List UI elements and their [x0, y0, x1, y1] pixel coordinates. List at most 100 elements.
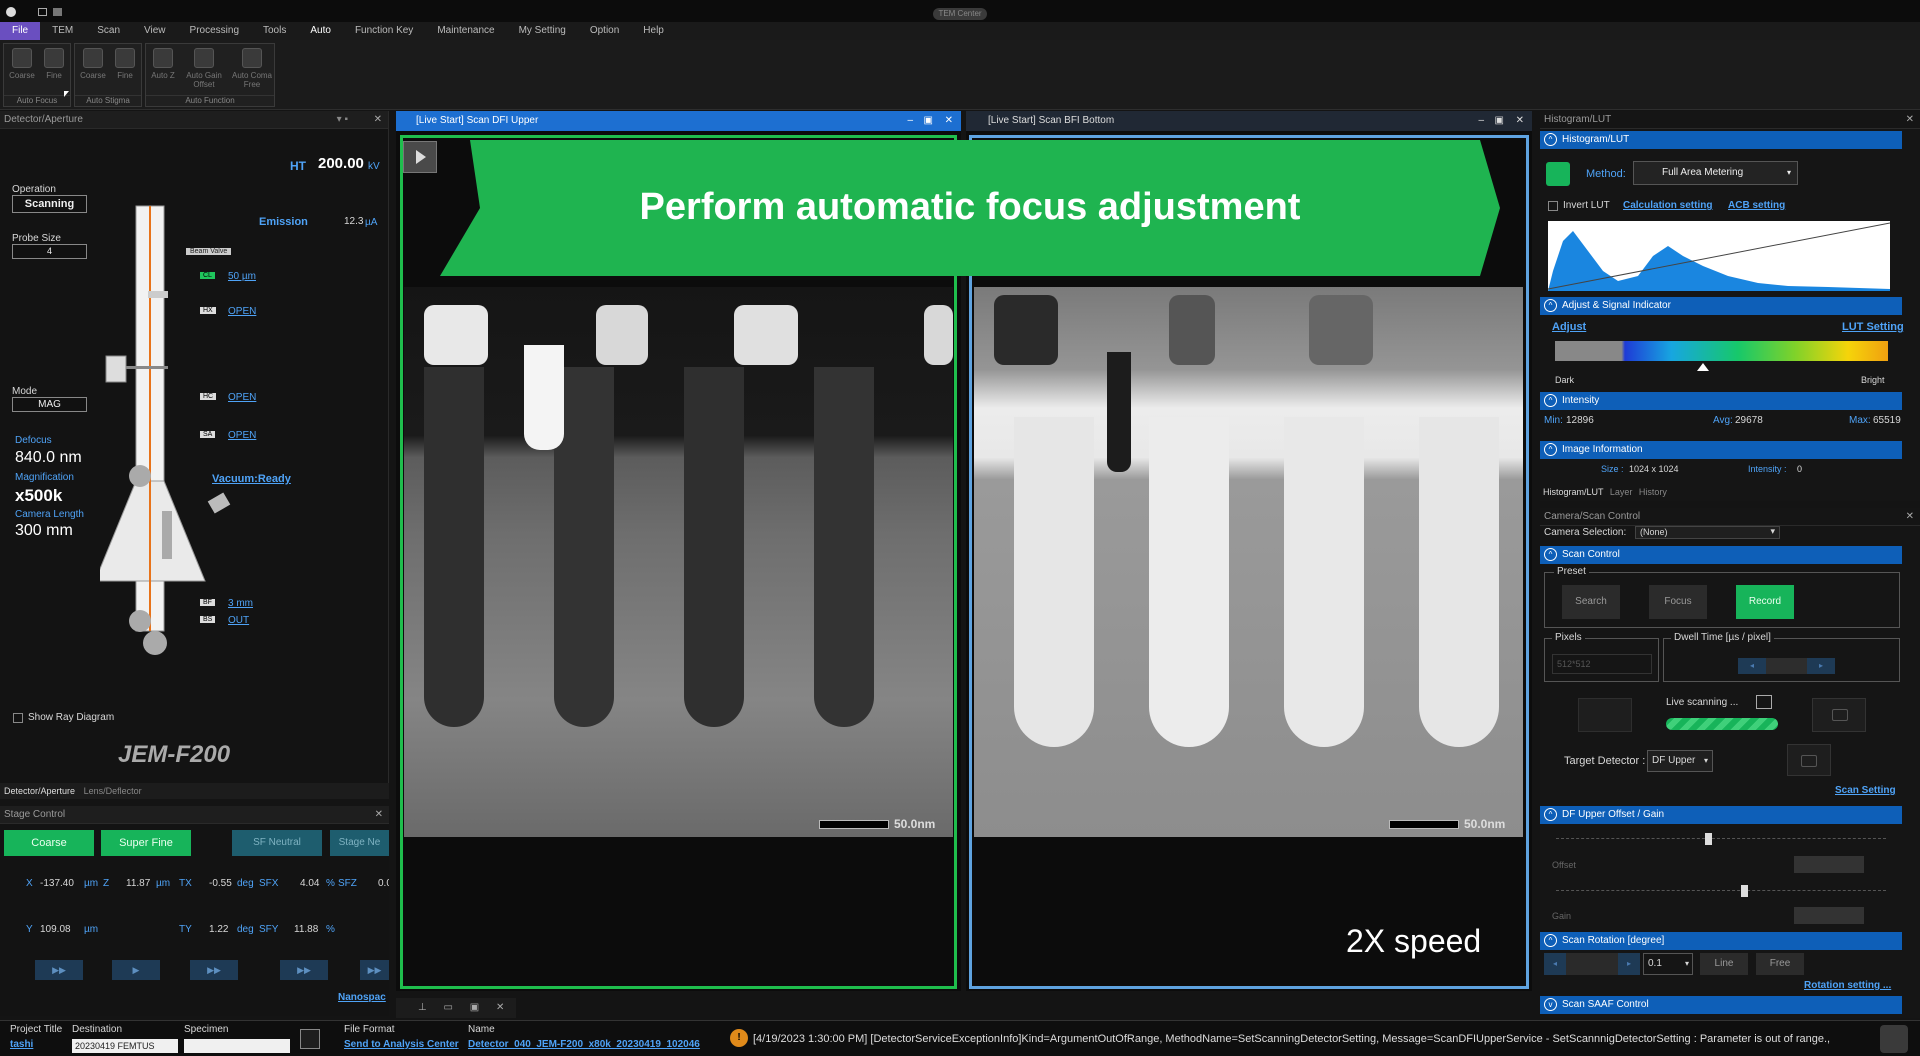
- fast-forward-2-icon[interactable]: ▶▶: [280, 960, 328, 980]
- app-icon[interactable]: [6, 7, 16, 17]
- snapshot-button[interactable]: [1812, 698, 1866, 732]
- destination-field[interactable]: 20230419 FEMTUS: [72, 1039, 178, 1053]
- stack-icon[interactable]: ▭: [444, 1002, 453, 1013]
- auto-stigma-fine-button[interactable]: Fine: [111, 48, 139, 80]
- vacuum-status[interactable]: Vacuum:Ready: [212, 473, 291, 485]
- beam-valve-label[interactable]: Beam Valve: [186, 248, 232, 255]
- offset-slider[interactable]: [1556, 833, 1886, 845]
- signal-marker-icon[interactable]: [1697, 363, 1709, 371]
- auto-coma-free-button[interactable]: Auto Coma Free: [230, 48, 274, 89]
- hc-aperture-value[interactable]: OPEN: [228, 392, 256, 403]
- offset-input[interactable]: [1794, 856, 1864, 873]
- close-icon[interactable]: ✕: [945, 111, 953, 131]
- rotation-step-select[interactable]: 0.1 ▾: [1643, 953, 1693, 975]
- scan-setting-link[interactable]: Scan Setting: [1835, 785, 1896, 796]
- offset-slider-thumb[interactable]: [1704, 833, 1712, 845]
- free-rotation-button[interactable]: Free: [1756, 953, 1804, 975]
- maximize-icon[interactable]: ▣: [924, 111, 933, 131]
- bf-detector-tag[interactable]: BF: [200, 599, 215, 606]
- user-icon[interactable]: [1880, 1025, 1908, 1053]
- decrease-icon[interactable]: ◂: [1544, 953, 1566, 975]
- minimize-icon[interactable]: –: [907, 111, 913, 131]
- cl-aperture-value[interactable]: 50 µm: [228, 271, 256, 282]
- menu-view[interactable]: View: [132, 22, 178, 40]
- sa-aperture-value[interactable]: OPEN: [228, 430, 256, 441]
- method-select[interactable]: Full Area Metering ▾: [1633, 161, 1798, 185]
- name-value[interactable]: Detector_040_JEM-F200_x80k_20230419_1020…: [468, 1039, 700, 1050]
- line-rotation-button[interactable]: Line: [1700, 953, 1748, 975]
- open-icon[interactable]: [38, 8, 47, 16]
- dwell-stepper[interactable]: ◂ ▸: [1738, 658, 1835, 674]
- increase-icon[interactable]: ▸: [1618, 953, 1640, 975]
- close-all-icon[interactable]: ✕: [496, 1002, 504, 1013]
- layout-icon[interactable]: ⊥: [418, 1002, 427, 1013]
- menu-auto[interactable]: Auto: [298, 22, 343, 40]
- section-scan-saaf[interactable]: v Scan SAAF Control: [1540, 996, 1902, 1014]
- invert-lut-checkbox[interactable]: [1548, 201, 1558, 211]
- gain-input[interactable]: [1794, 907, 1864, 924]
- menu-my-setting[interactable]: My Setting: [507, 22, 578, 40]
- df-image[interactable]: 50.0nm: [404, 287, 953, 837]
- step-icon[interactable]: ▶: [112, 960, 160, 980]
- section-df-offset-gain[interactable]: ^ DF Upper Offset / Gain: [1540, 806, 1902, 824]
- bf-image[interactable]: 50.0nm: [974, 287, 1523, 837]
- menu-maintenance[interactable]: Maintenance: [425, 22, 506, 40]
- adjust-link[interactable]: Adjust: [1552, 321, 1586, 333]
- project-title-value[interactable]: tashi: [10, 1039, 33, 1050]
- section-scan-rotation[interactable]: ^ Scan Rotation [degree]: [1540, 932, 1902, 950]
- close-icon[interactable]: ✕: [1906, 111, 1914, 129]
- bs-detector-tag[interactable]: BS: [200, 616, 216, 623]
- capture-button[interactable]: [1787, 744, 1831, 776]
- menu-processing[interactable]: Processing: [178, 22, 251, 40]
- super-fine-button[interactable]: Super Fine: [101, 830, 191, 856]
- bs-detector-value[interactable]: OUT: [228, 615, 249, 626]
- section-intensity[interactable]: ^ Intensity: [1540, 392, 1902, 410]
- calculation-setting-link[interactable]: Calculation setting: [1623, 200, 1712, 211]
- hx-aperture-value[interactable]: OPEN: [228, 306, 256, 317]
- maximize-icon[interactable]: ▣: [1495, 111, 1504, 131]
- tab-lens-deflector[interactable]: Lens/Deflector: [84, 786, 142, 796]
- minimize-icon[interactable]: –: [1478, 111, 1484, 131]
- specimen-field[interactable]: [184, 1039, 290, 1053]
- auto-z-button[interactable]: Auto Z: [148, 48, 178, 80]
- tab-layer[interactable]: Layer: [1610, 487, 1633, 497]
- hc-aperture-tag[interactable]: HC: [200, 393, 217, 400]
- sf-neutral-button[interactable]: SF Neutral: [232, 830, 322, 856]
- close-icon[interactable]: ✕: [375, 806, 383, 824]
- increase-icon[interactable]: ▸: [1807, 658, 1835, 674]
- tab-history[interactable]: History: [1639, 487, 1667, 497]
- save-icon[interactable]: [53, 8, 62, 16]
- section-scan-control[interactable]: ^ Scan Control: [1540, 546, 1902, 564]
- focus-preset-button[interactable]: Focus: [1649, 585, 1707, 619]
- close-icon[interactable]: ✕: [1906, 508, 1914, 526]
- fast-forward-icon[interactable]: ▶▶: [190, 960, 238, 980]
- pixels-select[interactable]: 512*512: [1552, 654, 1652, 674]
- waveform-icon[interactable]: [1756, 695, 1772, 709]
- lut-setting-link[interactable]: LUT Setting: [1842, 321, 1904, 333]
- cl-aperture-tag[interactable]: CL: [200, 272, 215, 279]
- pin-icon[interactable]: ▾ ▪: [337, 111, 348, 129]
- file-format-value[interactable]: Send to Analysis Center: [344, 1039, 459, 1050]
- gain-slider-thumb[interactable]: [1740, 885, 1748, 897]
- tab-detector-aperture[interactable]: Detector/Aperture: [4, 786, 75, 796]
- menu-help[interactable]: Help: [631, 22, 676, 40]
- menu-scan[interactable]: Scan: [85, 22, 132, 40]
- auto-contrast-icon[interactable]: [1546, 162, 1570, 186]
- menu-file[interactable]: File: [0, 22, 41, 40]
- bf-detector-value[interactable]: 3 mm: [228, 598, 253, 609]
- auto-focus-fine-button[interactable]: Fine: [40, 48, 68, 80]
- fast-back-icon[interactable]: ▶▶: [35, 960, 83, 980]
- search-preset-button[interactable]: Search: [1562, 585, 1620, 619]
- nanospace-link[interactable]: Nanospac: [338, 992, 386, 1003]
- target-detector-select[interactable]: DF Upper ▾: [1647, 750, 1713, 772]
- show-ray-checkbox[interactable]: [13, 713, 23, 723]
- auto-gain-offset-button[interactable]: Auto Gain Offset: [182, 48, 226, 89]
- acb-setting-link[interactable]: ACB setting: [1728, 200, 1785, 211]
- section-image-info[interactable]: ^ Image Information: [1540, 441, 1902, 459]
- play-button[interactable]: [403, 141, 437, 173]
- auto-focus-coarse-button[interactable]: Coarse: [8, 48, 36, 80]
- gain-slider[interactable]: [1556, 885, 1886, 897]
- notes-icon[interactable]: [300, 1029, 320, 1049]
- tile-icon[interactable]: ▣: [470, 1002, 479, 1013]
- auto-stigma-coarse-button[interactable]: Coarse: [79, 48, 107, 80]
